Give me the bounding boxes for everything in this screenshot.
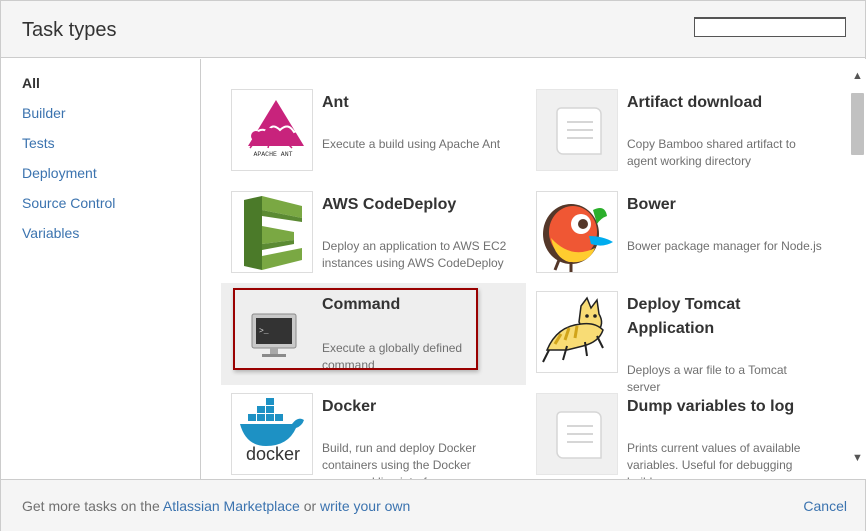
tomcat-cat-logo — [536, 291, 618, 373]
task-tile-dump-variables[interactable]: Dump variables to log Prints current val… — [526, 385, 831, 479]
document-scroll-icon — [536, 89, 618, 171]
sidebar-item-all[interactable]: All — [22, 75, 40, 91]
search-input[interactable] — [694, 17, 846, 37]
task-title: Deploy Tomcat Application — [627, 296, 741, 337]
task-tile-artifact-download[interactable]: Artifact download Copy Bamboo shared art… — [526, 81, 831, 183]
aws-codedeploy-logo — [231, 191, 313, 273]
task-description: Deploy an application to AWS EC2 instanc… — [322, 239, 507, 270]
task-description: Prints current values of available varia… — [627, 441, 801, 479]
sidebar-item-tests[interactable]: Tests — [22, 135, 55, 151]
task-tile-bower[interactable]: Bower Bower package manager for Node.js — [526, 183, 831, 285]
content-scrollbar[interactable]: ▲ ▼ — [849, 59, 866, 479]
svg-text:>_: >_ — [259, 327, 269, 336]
task-title: Docker — [322, 398, 377, 415]
task-title: Ant — [322, 94, 349, 111]
task-title: AWS CodeDeploy — [322, 196, 457, 213]
dialog-title: Task types — [22, 19, 117, 41]
task-description: Execute a globally defined command — [322, 341, 463, 372]
task-title: Artifact download — [627, 94, 763, 111]
task-description: Bower package manager for Node.js — [627, 239, 822, 253]
docker-whale-logo: docker — [231, 393, 313, 475]
atlassian-marketplace-link[interactable]: Atlassian Marketplace — [163, 498, 300, 514]
sidebar-item-deployment[interactable]: Deployment — [22, 165, 97, 181]
cancel-button[interactable]: Cancel — [803, 498, 847, 514]
task-types-dialog: Task types All Builder Tests Deployment … — [0, 0, 866, 531]
task-description: Build, run and deploy Docker containers … — [322, 441, 477, 479]
task-tile-ant[interactable]: APACHE ANT Ant Execute a build using Apa… — [221, 81, 526, 183]
task-title: Command — [322, 296, 401, 313]
task-tile-command[interactable]: >_ Command Execute a globally defined co… — [221, 283, 526, 385]
task-title: Dump variables to log — [627, 398, 795, 415]
sidebar-item-builder[interactable]: Builder — [22, 105, 66, 121]
write-your-own-link[interactable]: write your own — [320, 498, 410, 514]
scroll-up-arrow-icon[interactable]: ▲ — [849, 69, 866, 83]
sidebar-item-source-control[interactable]: Source Control — [22, 195, 115, 211]
terminal-monitor-icon: >_ — [231, 291, 313, 373]
category-sidebar: All Builder Tests Deployment Source Cont… — [1, 59, 201, 479]
footer-prefix: Get more tasks on the — [22, 498, 163, 514]
footer-text: Get more tasks on the Atlassian Marketpl… — [22, 498, 410, 514]
task-tile-deploy-tomcat[interactable]: Deploy Tomcat Application Deploys a war … — [526, 283, 831, 394]
sidebar-item-variables[interactable]: Variables — [22, 225, 79, 241]
apache-ant-logo-text: APACHE ANT — [253, 151, 292, 158]
document-scroll-icon — [536, 393, 618, 475]
footer-middle: or — [299, 498, 321, 514]
task-description: Copy Bamboo shared artifact to agent wor… — [627, 137, 796, 168]
bower-bird-logo — [536, 191, 618, 273]
apache-ant-logo: APACHE ANT — [231, 89, 313, 171]
scroll-down-arrow-icon[interactable]: ▼ — [849, 451, 866, 465]
task-list: APACHE ANT Ant Execute a build using Apa… — [202, 59, 849, 479]
task-tile-aws-codedeploy[interactable]: AWS CodeDeploy Deploy an application to … — [221, 183, 526, 285]
task-description: Execute a build using Apache Ant — [322, 137, 501, 151]
dialog-footer: Get more tasks on the Atlassian Marketpl… — [1, 479, 865, 531]
task-tile-docker[interactable]: docker Docker Build, run and deploy Dock… — [221, 385, 526, 479]
docker-logo-text: docker — [246, 444, 300, 464]
task-title: Bower — [627, 196, 676, 213]
scroll-thumb[interactable] — [851, 93, 864, 155]
dialog-header: Task types — [1, 1, 865, 58]
